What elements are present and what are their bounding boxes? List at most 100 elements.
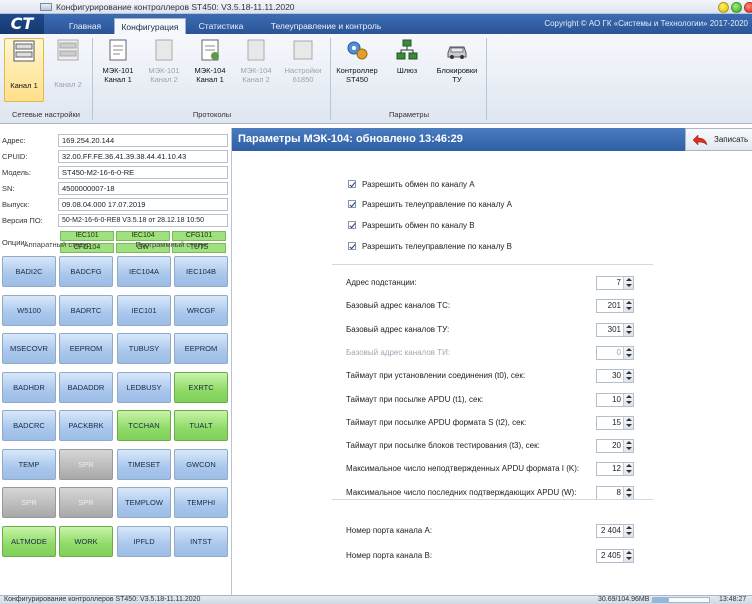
iec101-channel2-button[interactable]: МЭК-101 Канал 2 <box>142 38 186 84</box>
status-indicator[interactable]: WORK <box>59 525 113 557</box>
tu-locks-button[interactable]: Блокировки ТУ <box>432 38 482 84</box>
minimize-button[interactable] <box>718 2 729 13</box>
port-a-spinner[interactable]: 2 404 <box>596 524 634 538</box>
iec101-ch2-line1: МЭК-101 <box>148 66 180 75</box>
save-button[interactable]: Записать <box>685 128 752 151</box>
status-indicator[interactable]: PACKBRK <box>59 410 113 441</box>
status-indicator[interactable]: EEPROM <box>174 333 228 364</box>
status-indicator[interactable]: SPR <box>2 487 56 518</box>
checkbox-exchange-a[interactable]: Разрешить обмен по каналу А <box>348 180 475 189</box>
status-indicator[interactable]: IPFLD <box>117 525 171 557</box>
iec104-channel1-button[interactable]: МЭК-104 Канал 1 <box>188 38 232 84</box>
spinner-arrows-icon[interactable] <box>623 416 633 429</box>
status-indicator[interactable]: IEC104A <box>117 256 171 287</box>
param-spinner[interactable]: 201 <box>596 299 634 314</box>
checkbox-exchange-b[interactable]: Разрешить обмен по каналу В <box>348 221 475 230</box>
status-indicator[interactable]: ALTMODE <box>2 525 56 557</box>
document-icon <box>155 39 173 61</box>
param-row: Таймаут при посылке APDU (t1), сек: 10 <box>346 392 658 407</box>
status-indicator[interactable]: WRCGF <box>174 294 228 326</box>
param-row: Адрес подстанции: 7 <box>346 276 658 290</box>
spinner-arrows-icon[interactable] <box>623 440 633 453</box>
param-spinner[interactable]: 10 <box>596 392 634 407</box>
status-indicator[interactable]: BADI2C <box>2 256 56 287</box>
status-indicator[interactable]: GWCON <box>174 448 228 480</box>
param-spinner[interactable]: 15 <box>596 415 634 430</box>
status-indicator[interactable]: BADHDR <box>2 371 56 403</box>
param-value: 15 <box>612 417 621 427</box>
port-a-label: Номер порта канала А: <box>346 526 433 535</box>
param-spinner[interactable]: 8 <box>596 485 634 500</box>
status-indicator[interactable]: BADRTC <box>59 294 113 326</box>
memory-usage: 30.69/104.96MB <box>598 596 650 603</box>
status-indicator[interactable]: SPR <box>59 487 113 518</box>
status-indicator[interactable]: SPR <box>59 448 113 480</box>
spinner-arrows-icon[interactable] <box>623 277 633 289</box>
tab-statistics[interactable]: Статистика <box>190 18 252 34</box>
iec104-ch1-line1: МЭК-104 <box>194 66 226 75</box>
status-indicator[interactable]: TEMPHI <box>174 487 228 518</box>
checkbox-checked-icon[interactable] <box>348 200 356 208</box>
status-indicator[interactable]: TIMESET <box>117 448 171 480</box>
spinner-arrows-icon[interactable] <box>623 300 633 313</box>
param-spinner[interactable]: 20 <box>596 439 634 454</box>
info-version-row: Версия ПО: 50-M2-16-6-0-RE8 V3.5.18 от 2… <box>0 214 230 227</box>
checkbox-label: Разрешить телеуправление по каналу А <box>362 200 512 209</box>
spinner-arrows-icon[interactable] <box>623 550 633 562</box>
gateway-button[interactable]: Шлюз <box>384 38 430 75</box>
status-indicator[interactable]: TUALT <box>174 410 228 441</box>
status-indicator[interactable]: TEMPLOW <box>117 487 171 518</box>
close-button[interactable] <box>744 2 752 13</box>
spinner-arrows-icon[interactable] <box>623 486 633 499</box>
checkbox-checked-icon[interactable] <box>348 180 356 188</box>
maximize-button[interactable] <box>731 2 742 13</box>
port-b-spinner[interactable]: 2 405 <box>596 549 634 563</box>
memory-progress-fill <box>653 598 670 602</box>
param-label: Максимальное число неподтвержденных APDU… <box>346 464 580 474</box>
status-indicator[interactable]: TUBUSY <box>117 333 171 364</box>
settings-61850-button[interactable]: Настройки 61850 <box>280 38 326 84</box>
iec101-channel1-button[interactable]: МЭК-101 Канал 1 <box>96 38 140 84</box>
status-indicator[interactable]: EEPROM <box>59 333 113 364</box>
ribbon-separator <box>486 38 487 120</box>
network-channel1-button[interactable]: Канал 1 <box>4 38 44 102</box>
controller-st450-button[interactable]: Контроллер ST450 <box>334 38 380 84</box>
param-spinner[interactable]: 301 <box>596 322 634 337</box>
iec104-channel2-button[interactable]: МЭК-104 Канал 2 <box>234 38 278 84</box>
network-channel2-button[interactable]: Канал 2 <box>48 38 88 89</box>
status-indicator[interactable]: BADCRC <box>2 410 56 441</box>
tab-telecontrol[interactable]: Телеуправление и контроль <box>256 18 396 34</box>
checkbox-telecontrol-b[interactable]: Разрешить телеуправление по каналу В <box>348 242 512 251</box>
checkbox-telecontrol-a[interactable]: Разрешить телеуправление по каналу А <box>348 200 512 209</box>
status-indicator[interactable]: INTST <box>174 525 228 557</box>
status-indicator[interactable]: BADADDR <box>59 371 113 403</box>
spinner-arrows-icon[interactable] <box>623 393 633 406</box>
status-indicator[interactable]: W5100 <box>2 294 56 326</box>
status-indicator[interactable]: TCCHAN <box>117 410 171 441</box>
spinner-arrows-icon[interactable] <box>623 323 633 336</box>
status-indicator[interactable]: IEC104B <box>174 256 228 287</box>
status-indicator[interactable]: TEMP <box>2 448 56 480</box>
param-row: Базовый адрес каналов ТУ: 301 <box>346 322 658 337</box>
param-label: Таймаут при посылке APDU (t1), сек: <box>346 394 484 404</box>
param-spinner[interactable]: 30 <box>596 369 634 384</box>
status-indicator[interactable]: EXRTC <box>174 371 228 403</box>
param-spinner[interactable]: 7 <box>596 276 634 290</box>
port-a-value: 2 404 <box>600 526 621 535</box>
spinner-arrows-icon[interactable] <box>623 525 633 537</box>
status-indicator[interactable]: BADCFG <box>59 256 113 287</box>
checkbox-label: Разрешить обмен по каналу В <box>362 221 475 230</box>
checkbox-checked-icon[interactable] <box>348 242 356 250</box>
param-spinner[interactable]: 12 <box>596 462 634 477</box>
status-indicator[interactable]: MSECOVR <box>2 333 56 364</box>
tab-configuration[interactable]: Конфигурация <box>114 18 186 34</box>
checkbox-checked-icon[interactable] <box>348 221 356 229</box>
checkbox-label: Разрешить телеуправление по каналу В <box>362 242 512 251</box>
status-indicator[interactable]: IEC101 <box>117 294 171 326</box>
software-status-header: Программный статус <box>135 240 209 249</box>
param-value: 7 <box>616 278 621 287</box>
spinner-arrows-icon[interactable] <box>623 463 633 476</box>
spinner-arrows-icon[interactable] <box>623 370 633 383</box>
status-indicator[interactable]: LEDBUSY <box>117 371 171 403</box>
tab-home[interactable]: Главная <box>56 18 114 34</box>
